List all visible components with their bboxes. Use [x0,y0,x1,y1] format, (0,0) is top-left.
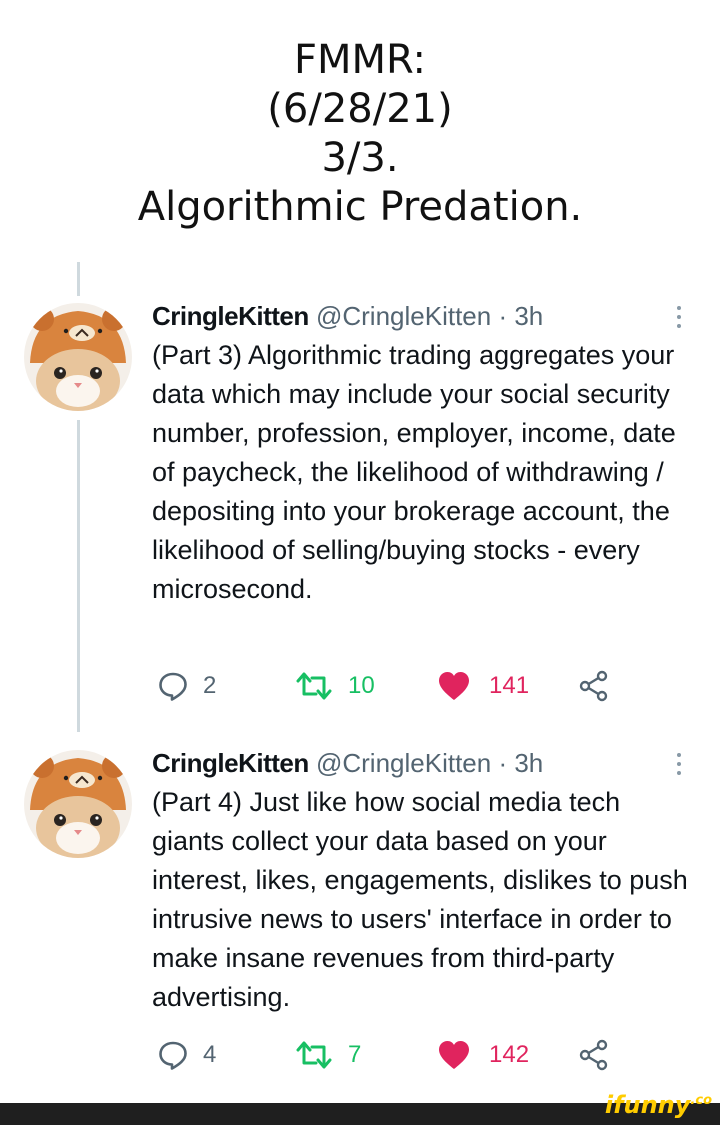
share-icon [579,670,608,702]
thread-connector-top [77,262,80,296]
retweet-button[interactable]: 10 [294,666,375,706]
display-name[interactable]: CringleKitten [152,748,309,778]
reply-icon [159,1041,187,1070]
tweet-header: CringleKitten @CringleKitten · 3h [152,748,543,778]
more-options-icon[interactable] [672,749,686,779]
avatar[interactable] [24,750,132,858]
more-options-icon[interactable] [672,302,686,332]
avatar[interactable] [24,303,132,411]
retweet-button[interactable]: 7 [294,1035,361,1075]
display-name[interactable]: CringleKitten [152,301,309,331]
reply-count: 2 [203,672,217,699]
title-line-3: 3/3. [321,135,399,181]
retweet-count: 7 [348,1041,362,1068]
title-line-1: FMMR: [293,37,427,83]
tweet-actions: 2 10 141 [152,666,622,706]
share-icon [579,1039,608,1071]
tweet-text: (Part 4) Just like how social media tech… [152,787,688,1012]
ifunny-logo: ifunny.co [605,1091,712,1119]
like-button[interactable]: 141 [437,666,529,706]
ifunny-brand: ifunny [604,1091,691,1119]
page-title: FMMR: (6/28/21) 3/3. Algorithmic Predati… [0,36,720,232]
reply-button[interactable]: 2 [157,666,216,706]
heart-icon [439,1041,469,1069]
handle-and-time[interactable]: @CringleKitten · 3h [316,301,543,331]
heart-icon [439,672,469,700]
ifunny-suffix: .co [690,1093,712,1108]
like-count: 142 [489,1041,530,1068]
title-line-4: Algorithmic Predation. [137,184,583,230]
like-button[interactable]: 142 [437,1035,529,1075]
reply-count: 4 [203,1041,217,1068]
handle-and-time[interactable]: @CringleKitten · 3h [316,748,543,778]
reply-button[interactable]: 4 [157,1035,216,1075]
tweet-text: (Part 3) Algorithmic trading aggregates … [152,340,676,604]
retweet-count: 10 [348,672,375,699]
share-button[interactable] [578,1035,610,1075]
thread-connector [77,420,80,732]
retweet-icon [296,1041,332,1069]
share-button[interactable] [578,666,610,706]
like-count: 141 [489,672,530,699]
tweet-header: CringleKitten @CringleKitten · 3h [152,301,543,331]
retweet-icon [296,672,332,700]
title-line-2: (6/28/21) [267,86,453,132]
reply-icon [159,672,187,701]
tweet-actions: 4 7 142 [152,1035,622,1075]
